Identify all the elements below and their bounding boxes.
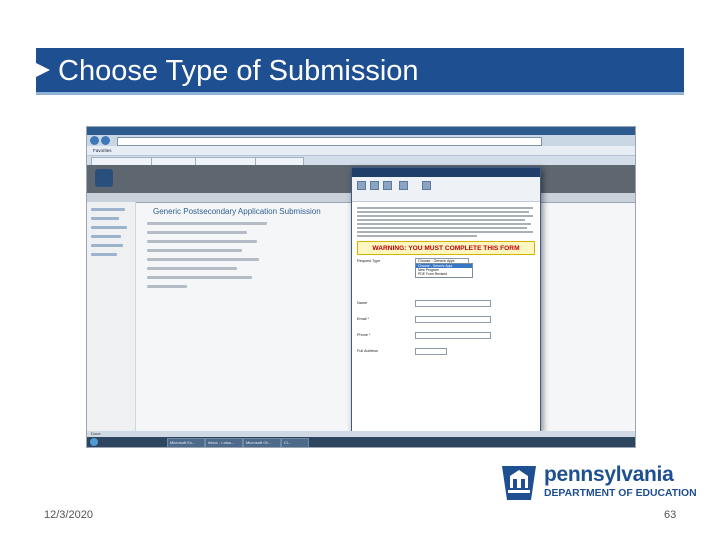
- left-nav-item[interactable]: [91, 235, 121, 238]
- instruction-line: [357, 235, 477, 237]
- favorites-bar: Favorites: [87, 146, 635, 156]
- browser-title-bar: [87, 127, 635, 135]
- submission-dialog: WARNING: YOU MUST COMPLETE THIS FORM Req…: [351, 167, 541, 433]
- taskbar-item[interactable]: Inbox - Lotus...: [205, 438, 243, 447]
- cancel-icon[interactable]: [370, 181, 379, 190]
- email-row: Email *: [357, 315, 535, 329]
- name-input[interactable]: [415, 300, 491, 307]
- body-line: [147, 240, 257, 243]
- windows-taskbar: Microsoft Ex... Inbox - Lotus... Microso…: [87, 437, 635, 447]
- instruction-line: [357, 211, 529, 213]
- dialog-title-bar: [352, 168, 540, 177]
- browser-address-bar: [87, 135, 635, 146]
- warning-box: WARNING: YOU MUST COMPLETE THIS FORM: [357, 241, 535, 255]
- favorites-label[interactable]: Favorites: [93, 148, 112, 153]
- full-address-row: Full Address: [357, 347, 535, 361]
- body-line: [147, 249, 242, 252]
- dialog-ribbon: [352, 177, 540, 202]
- body-line: [147, 267, 237, 270]
- title-arrow-icon: [36, 63, 50, 77]
- taskbar-item[interactable]: Microsoft Ex...: [167, 438, 205, 447]
- keystone-icon: [502, 466, 536, 500]
- logo-name: pennsylvania: [544, 463, 674, 486]
- logo-department: DEPARTMENT OF EDUCATION: [544, 488, 697, 499]
- body-line: [147, 285, 187, 288]
- browser-screenshot: Favorites Generic Postsecondary Applicat…: [86, 126, 636, 448]
- name-label: Name: [357, 301, 368, 305]
- email-label: Email *: [357, 317, 370, 321]
- taskbar-item[interactable]: Cl...: [281, 438, 309, 447]
- left-navigation: [87, 202, 136, 431]
- instruction-line: [357, 219, 525, 221]
- start-icon[interactable]: [90, 438, 98, 446]
- request-type-row: Request Type Choose - Generic Appr. Choo…: [357, 257, 535, 297]
- left-nav-item[interactable]: [91, 226, 127, 229]
- left-nav-item[interactable]: [91, 208, 125, 211]
- request-type-dropdown: Choose - Generic Appr. New Program PDE F…: [415, 263, 473, 278]
- cut-icon[interactable]: [399, 181, 408, 190]
- body-line: [147, 231, 247, 234]
- instruction-line: [357, 223, 531, 225]
- paste-icon[interactable]: [383, 181, 392, 190]
- spelling-icon[interactable]: [422, 181, 431, 190]
- dropdown-option[interactable]: PDE Form Revised: [416, 272, 472, 276]
- site-logo-icon: [95, 169, 113, 187]
- phone-label: Phone *: [357, 333, 371, 337]
- dialog-body: WARNING: YOU MUST COMPLETE THIS FORM Req…: [352, 202, 540, 361]
- slide-title: Choose Type of Submission: [58, 55, 419, 87]
- left-nav-item[interactable]: [91, 253, 117, 256]
- taskbar-item[interactable]: Microsoft Of...: [243, 438, 281, 447]
- instruction-line: [357, 227, 527, 229]
- full-address-input[interactable]: [415, 348, 447, 355]
- body-line: [147, 258, 259, 261]
- phone-row: Phone *: [357, 331, 535, 345]
- full-address-label: Full Address: [357, 349, 378, 353]
- instruction-line: [357, 231, 533, 233]
- body-line: [147, 222, 267, 225]
- instruction-line: [357, 215, 533, 217]
- status-text: Done: [91, 431, 101, 436]
- request-type-label: Request Type: [357, 259, 381, 263]
- forward-icon[interactable]: [101, 136, 110, 145]
- body-line: [147, 276, 252, 279]
- pde-logo: pennsylvania DEPARTMENT OF EDUCATION: [500, 462, 697, 502]
- warning-title: WARNING: YOU MUST COMPLETE THIS FORM: [372, 245, 520, 252]
- email-input[interactable]: [415, 316, 491, 323]
- save-icon[interactable]: [357, 181, 366, 190]
- slide-date: 12/3/2020: [44, 509, 93, 521]
- slide-page-number: 63: [664, 509, 677, 521]
- left-nav-item[interactable]: [91, 217, 119, 220]
- back-icon[interactable]: [90, 136, 99, 145]
- instruction-line: [357, 207, 533, 209]
- address-field[interactable]: [117, 137, 542, 146]
- left-nav-item[interactable]: [91, 244, 123, 247]
- phone-input[interactable]: [415, 332, 491, 339]
- slide-title-bar: Choose Type of Submission: [36, 48, 684, 95]
- name-row: Name: [357, 299, 535, 313]
